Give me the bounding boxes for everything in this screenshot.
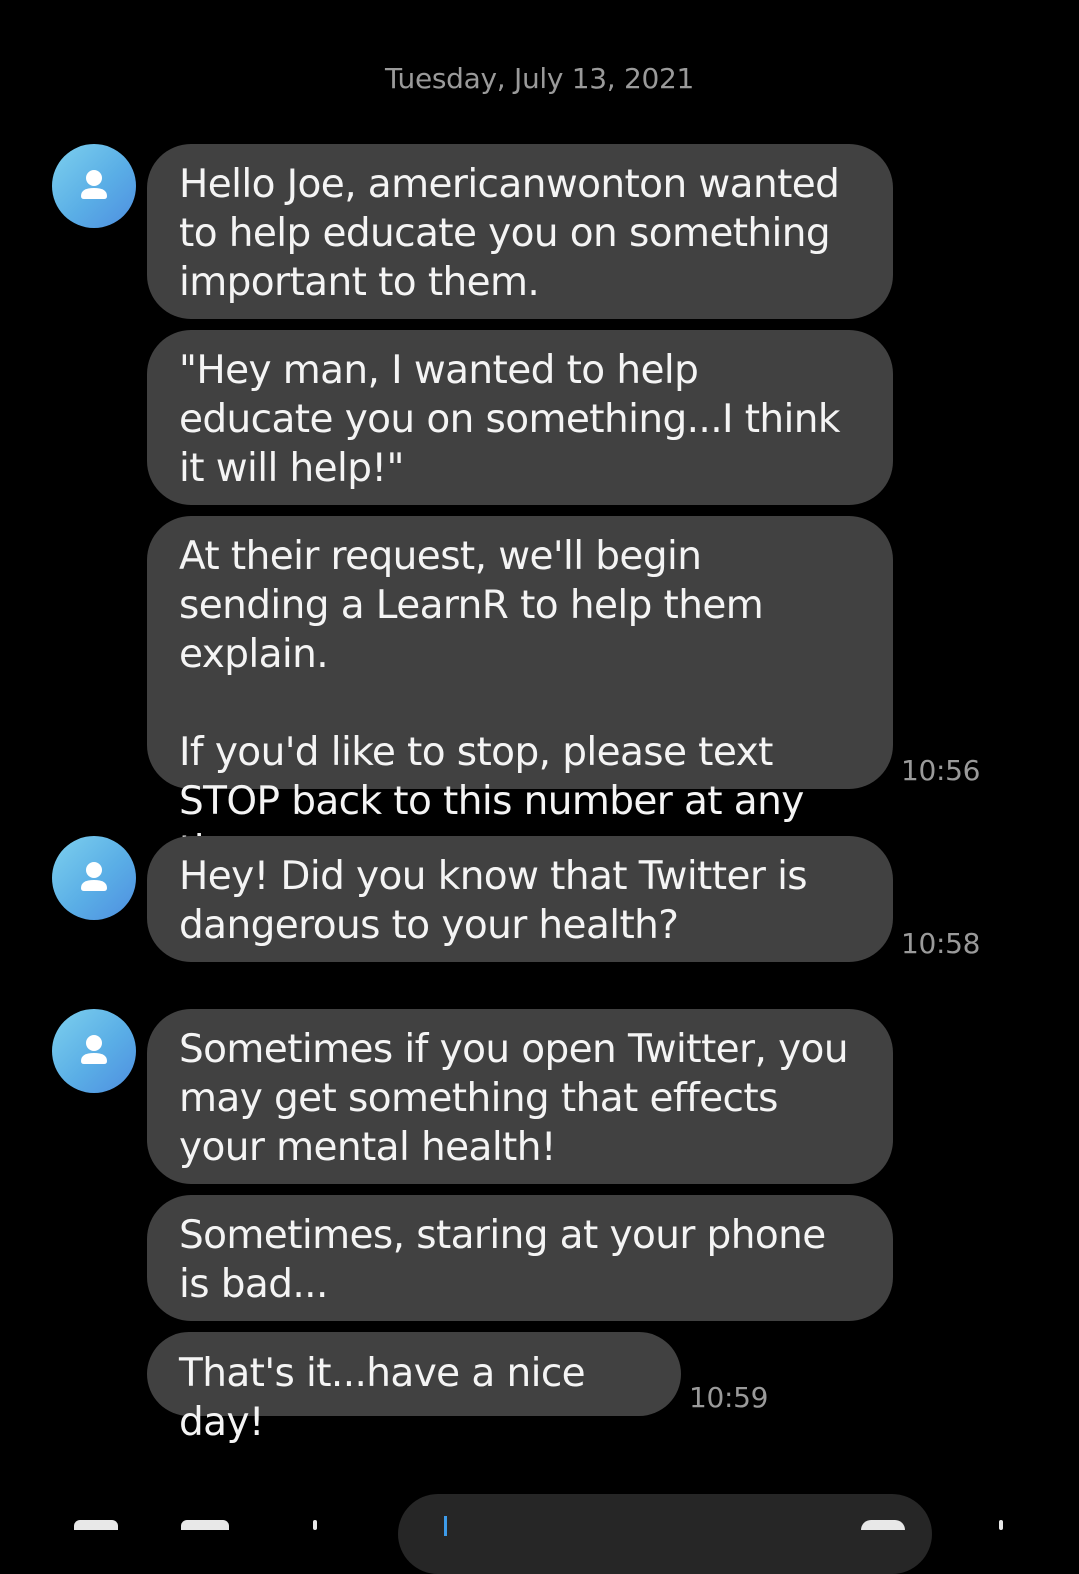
- message-bubble[interactable]: At their request, we'll begin sending a …: [147, 516, 893, 873]
- message-timestamp: 10:58: [901, 927, 981, 960]
- person-icon: [81, 170, 107, 199]
- send-icon[interactable]: [999, 1520, 1003, 1530]
- expand-icon[interactable]: [74, 1520, 118, 1530]
- sticker-icon[interactable]: [313, 1520, 317, 1530]
- person-icon: [81, 862, 107, 891]
- person-icon: [81, 1035, 107, 1064]
- contact-avatar[interactable]: [52, 144, 136, 228]
- text-cursor: [444, 1516, 447, 1536]
- message-bubble[interactable]: "Hey man, I wanted to help educate you o…: [147, 330, 893, 505]
- image-icon[interactable]: [181, 1520, 229, 1530]
- message-input[interactable]: [398, 1494, 932, 1574]
- message-timestamp: 10:59: [689, 1381, 769, 1414]
- message-bubble[interactable]: Sometimes, staring at your phone is bad.…: [147, 1195, 893, 1321]
- message-bubble[interactable]: Hello Joe, americanwonton wanted to help…: [147, 144, 893, 319]
- emoji-icon[interactable]: [861, 1520, 905, 1530]
- date-header: Tuesday, July 13, 2021: [384, 62, 695, 95]
- message-bubble[interactable]: Sometimes if you open Twitter, you may g…: [147, 1009, 893, 1184]
- message-bubble[interactable]: Hey! Did you know that Twitter is danger…: [147, 836, 893, 962]
- message-timestamp: 10:56: [901, 754, 981, 787]
- message-bubble[interactable]: That's it...have a nice day!: [147, 1332, 681, 1445]
- contact-avatar[interactable]: [52, 1009, 136, 1093]
- contact-avatar[interactable]: [52, 836, 136, 920]
